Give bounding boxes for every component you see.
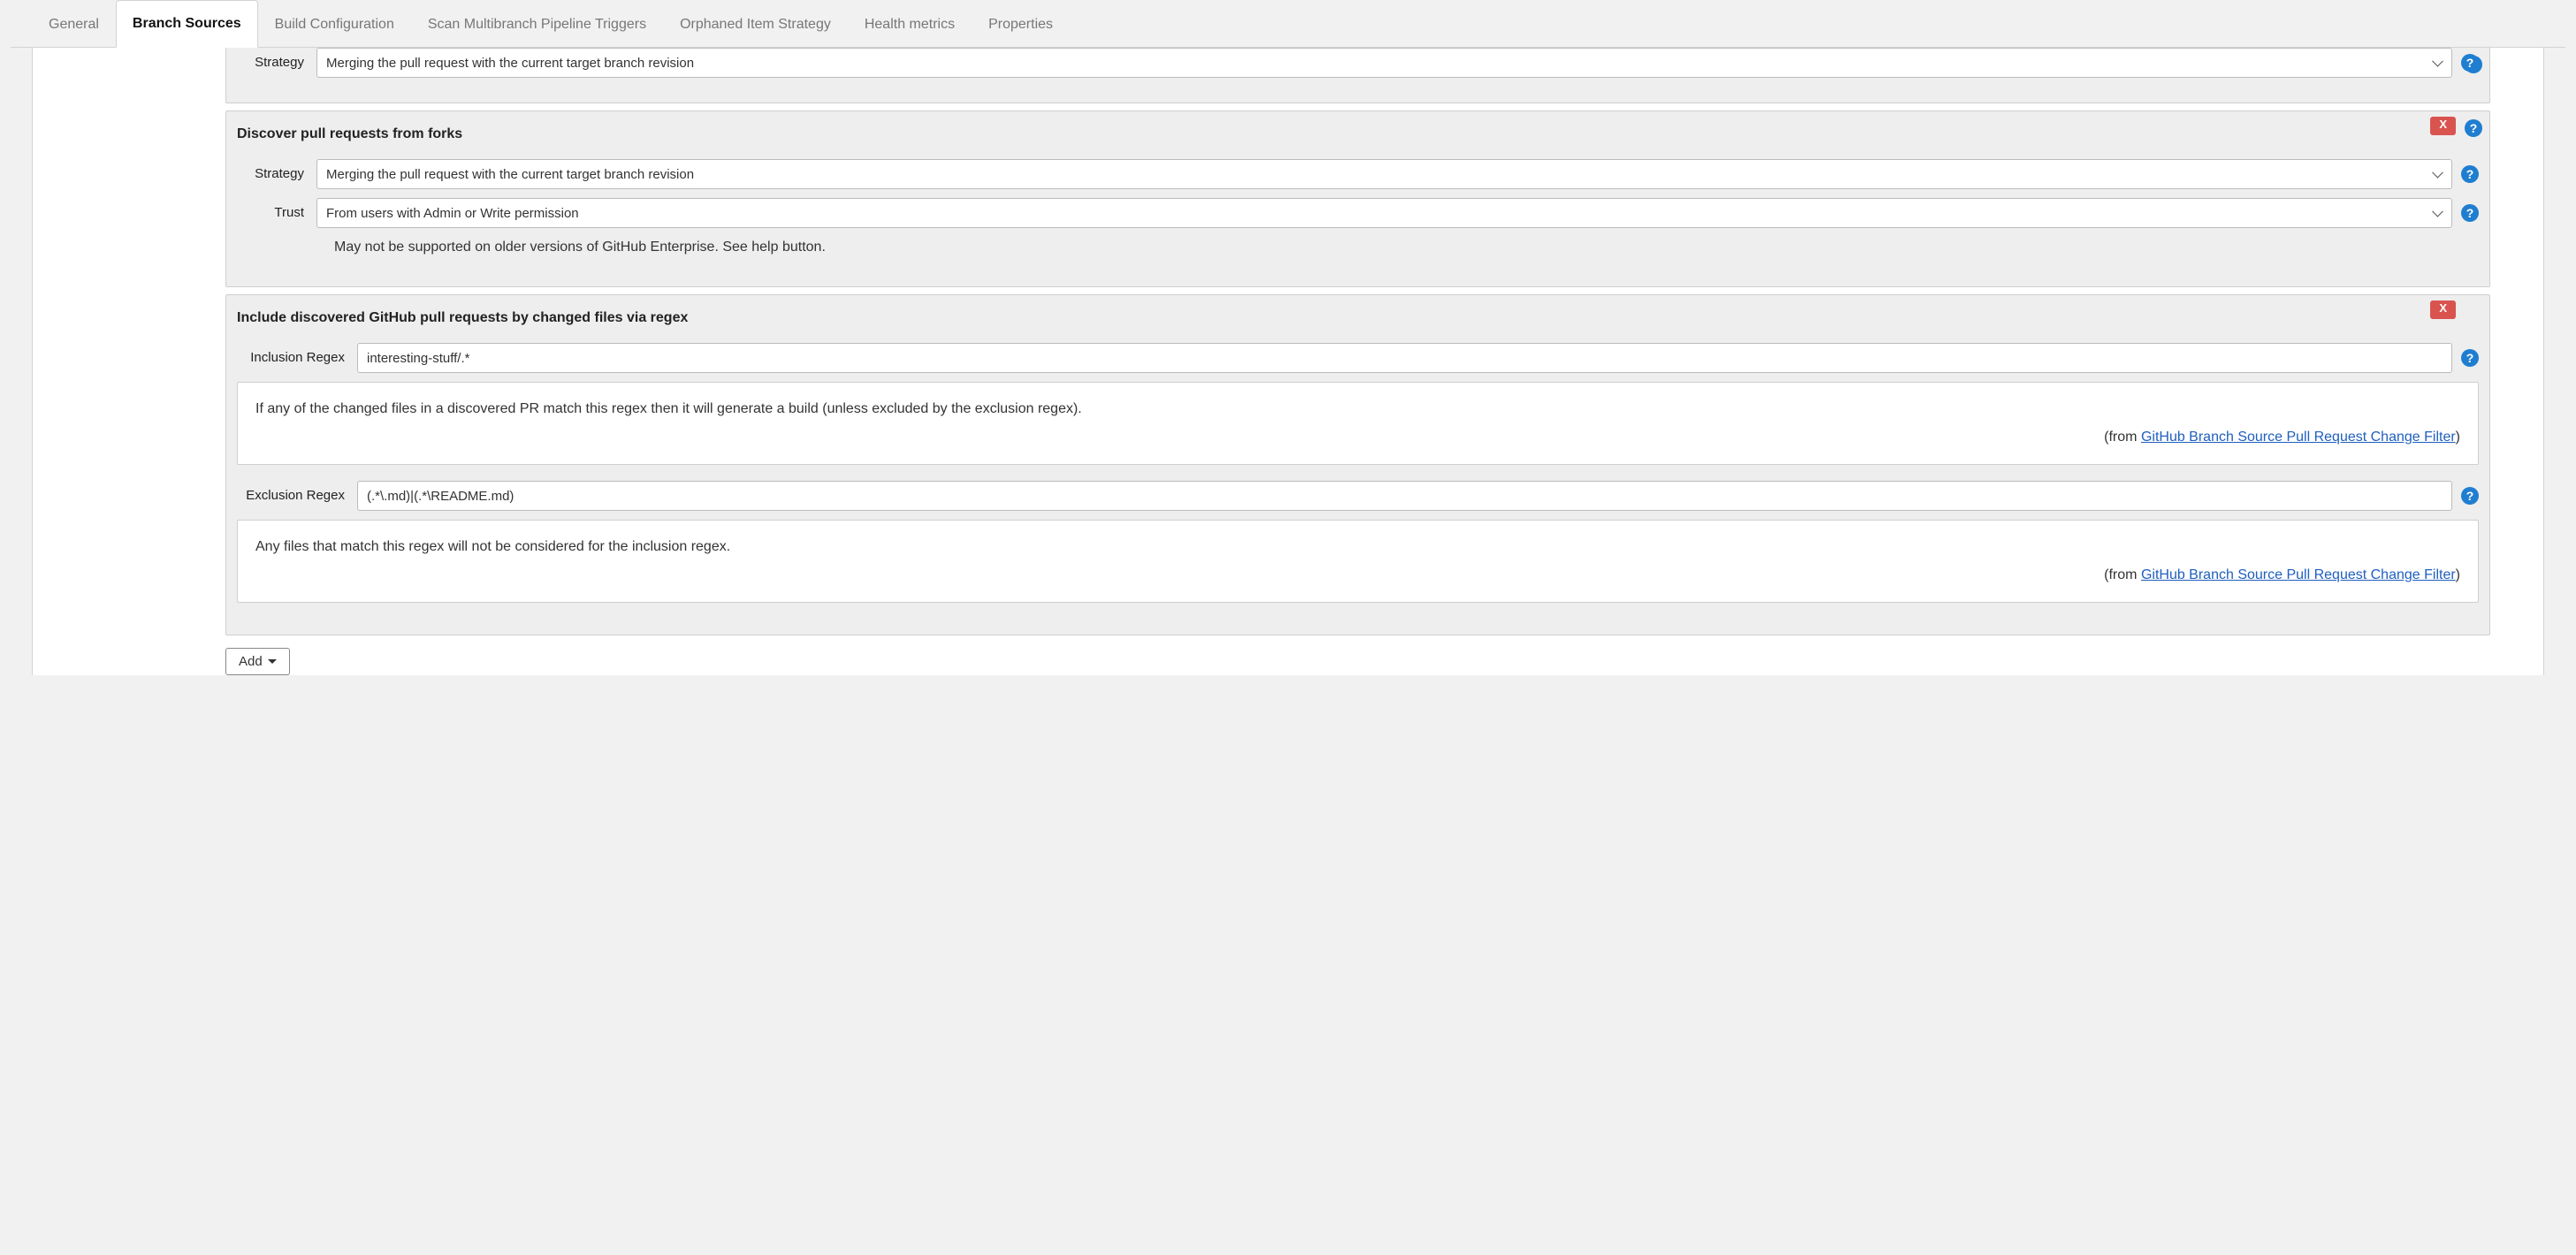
trust-label: Trust [237, 198, 316, 224]
help-from-link[interactable]: GitHub Branch Source Pull Request Change… [2141, 430, 2456, 445]
exclusion-regex-input[interactable] [357, 481, 2452, 511]
help-icon[interactable]: ? [2461, 204, 2479, 222]
remove-button[interactable]: X [2430, 300, 2456, 319]
trust-select[interactable]: From users with Admin or Write permissio… [316, 198, 2452, 228]
exclusion-regex-label: Exclusion Regex [237, 481, 357, 506]
strategy-select-origin[interactable]: Merging the pull request with the curren… [316, 48, 2452, 78]
help-icon[interactable]: ? [2461, 487, 2479, 505]
section-title-forks: Discover pull requests from forks [237, 124, 2479, 145]
add-behaviour-button[interactable]: Add [225, 648, 290, 675]
exclusion-help-text: Any files that match this regex will not… [255, 536, 2460, 558]
strategy-label: Strategy [237, 48, 316, 73]
help-from-link[interactable]: GitHub Branch Source Pull Request Change… [2141, 567, 2456, 582]
strategy-select-forks[interactable]: Merging the pull request with the curren… [316, 159, 2452, 189]
tab-build-configuration[interactable]: Build Configuration [258, 1, 411, 48]
section-title-regex: Include discovered GitHub pull requests … [237, 308, 2479, 329]
inclusion-help-box: If any of the changed files in a discove… [237, 382, 2479, 465]
help-from: (from GitHub Branch Source Pull Request … [255, 565, 2460, 586]
tab-general[interactable]: General [32, 1, 116, 48]
help-icon[interactable]: ? [2461, 165, 2479, 183]
tab-branch-sources[interactable]: Branch Sources [116, 0, 258, 48]
chevron-down-icon [268, 659, 277, 664]
tab-properties[interactable]: Properties [972, 1, 1070, 48]
exclusion-help-box: Any files that match this regex will not… [237, 520, 2479, 603]
help-from: (from GitHub Branch Source Pull Request … [255, 427, 2460, 448]
remove-button[interactable]: X [2430, 117, 2456, 135]
help-icon[interactable]: ? [2461, 54, 2479, 72]
inclusion-help-text: If any of the changed files in a discove… [255, 399, 2460, 420]
discover-pr-forks-section: X ? Discover pull requests from forks St… [225, 110, 2490, 287]
inclusion-regex-label: Inclusion Regex [237, 343, 357, 369]
strategy-label: Strategy [237, 159, 316, 185]
regex-filter-section: X Include discovered GitHub pull request… [225, 294, 2490, 635]
discover-pr-origin-section: ? Strategy Merging the pull request with… [225, 48, 2490, 103]
add-button-label: Add [239, 654, 263, 669]
config-tabs: General Branch Sources Build Configurati… [11, 0, 2565, 48]
tab-orphaned[interactable]: Orphaned Item Strategy [663, 1, 848, 48]
inclusion-regex-input[interactable] [357, 343, 2452, 373]
tab-health[interactable]: Health metrics [848, 1, 972, 48]
trust-note: May not be supported on older versions o… [334, 237, 2452, 258]
tab-scan-triggers[interactable]: Scan Multibranch Pipeline Triggers [411, 1, 663, 48]
help-icon[interactable]: ? [2465, 119, 2482, 137]
help-icon[interactable]: ? [2461, 349, 2479, 367]
